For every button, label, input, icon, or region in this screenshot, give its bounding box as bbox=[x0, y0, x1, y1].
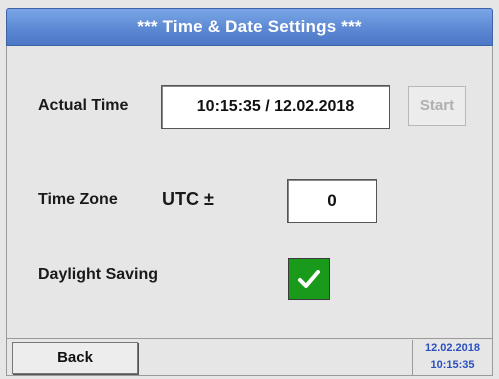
status-clock: 12.02.2018 10:15:35 bbox=[412, 340, 492, 376]
daylight-saving-checkbox[interactable] bbox=[288, 258, 330, 300]
time-zone-offset-field[interactable]: 0 bbox=[287, 179, 377, 223]
back-button[interactable]: Back bbox=[12, 342, 138, 374]
checkmark-icon bbox=[298, 270, 320, 288]
actual-time-field[interactable]: 10:15:35 / 12.02.2018 bbox=[161, 85, 390, 129]
clock-date: 12.02.2018 bbox=[424, 342, 481, 354]
actual-time-label: Actual Time bbox=[38, 97, 129, 114]
window-title: *** Time & Date Settings *** bbox=[6, 8, 493, 46]
settings-screen: *** Time & Date Settings *** Actual Time… bbox=[0, 0, 499, 379]
start-button[interactable]: Start bbox=[408, 86, 466, 126]
daylight-saving-label: Daylight Saving bbox=[38, 266, 159, 283]
utc-label: UTC ± bbox=[162, 189, 214, 209]
clock-time: 10:15:35 bbox=[430, 359, 475, 371]
time-zone-label: Time Zone bbox=[38, 191, 118, 208]
